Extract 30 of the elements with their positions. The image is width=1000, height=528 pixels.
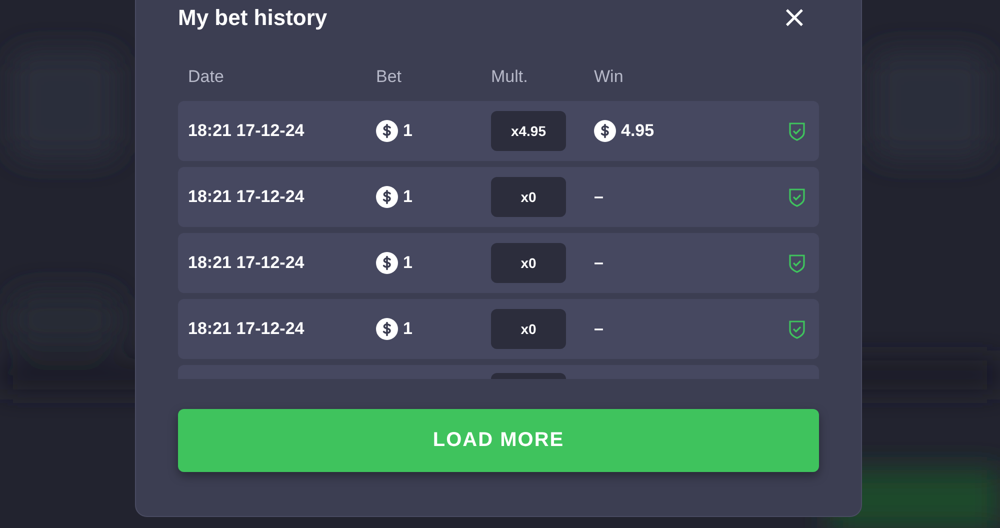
coin-icon (376, 120, 398, 142)
multiplier-badge: x4.95 (491, 111, 566, 151)
date-text: 18:21 17-12-24 (188, 187, 304, 207)
win-amount: 4.95 (621, 121, 654, 141)
column-header: Win (594, 67, 624, 87)
bet-amount: 1 (403, 319, 412, 339)
coin-icon (376, 186, 398, 208)
shield-check-icon[interactable] (789, 122, 805, 140)
multiplier-badge: x0 (491, 243, 566, 283)
close-button[interactable]: × (782, 3, 819, 33)
coin-icon (376, 318, 398, 340)
date-text: 18:21 17-12-24 (188, 121, 304, 141)
win-amount: – (594, 319, 604, 339)
bet-amount: 1 (403, 121, 412, 141)
column-header: Date (188, 67, 225, 87)
date-text: 18:21 17-12-24 (188, 319, 304, 339)
shield-check-icon[interactable] (789, 254, 805, 272)
multiplier-badge: x0 (491, 309, 566, 349)
date-text: 18:21 17-12-24 (188, 253, 304, 273)
shield-check-icon[interactable] (789, 320, 805, 338)
multiplier-badge: x0 (491, 177, 566, 217)
column-header: Mult. (491, 67, 529, 87)
bet-amount: 1 (403, 253, 412, 273)
bet-amount: 1 (403, 187, 412, 207)
dialog-title: My bet history (178, 5, 328, 31)
shield-check-icon[interactable] (789, 188, 805, 206)
coin-icon (376, 252, 398, 274)
win-amount: – (594, 187, 604, 207)
win-amount: – (594, 253, 604, 273)
column-header: Bet (376, 67, 403, 87)
